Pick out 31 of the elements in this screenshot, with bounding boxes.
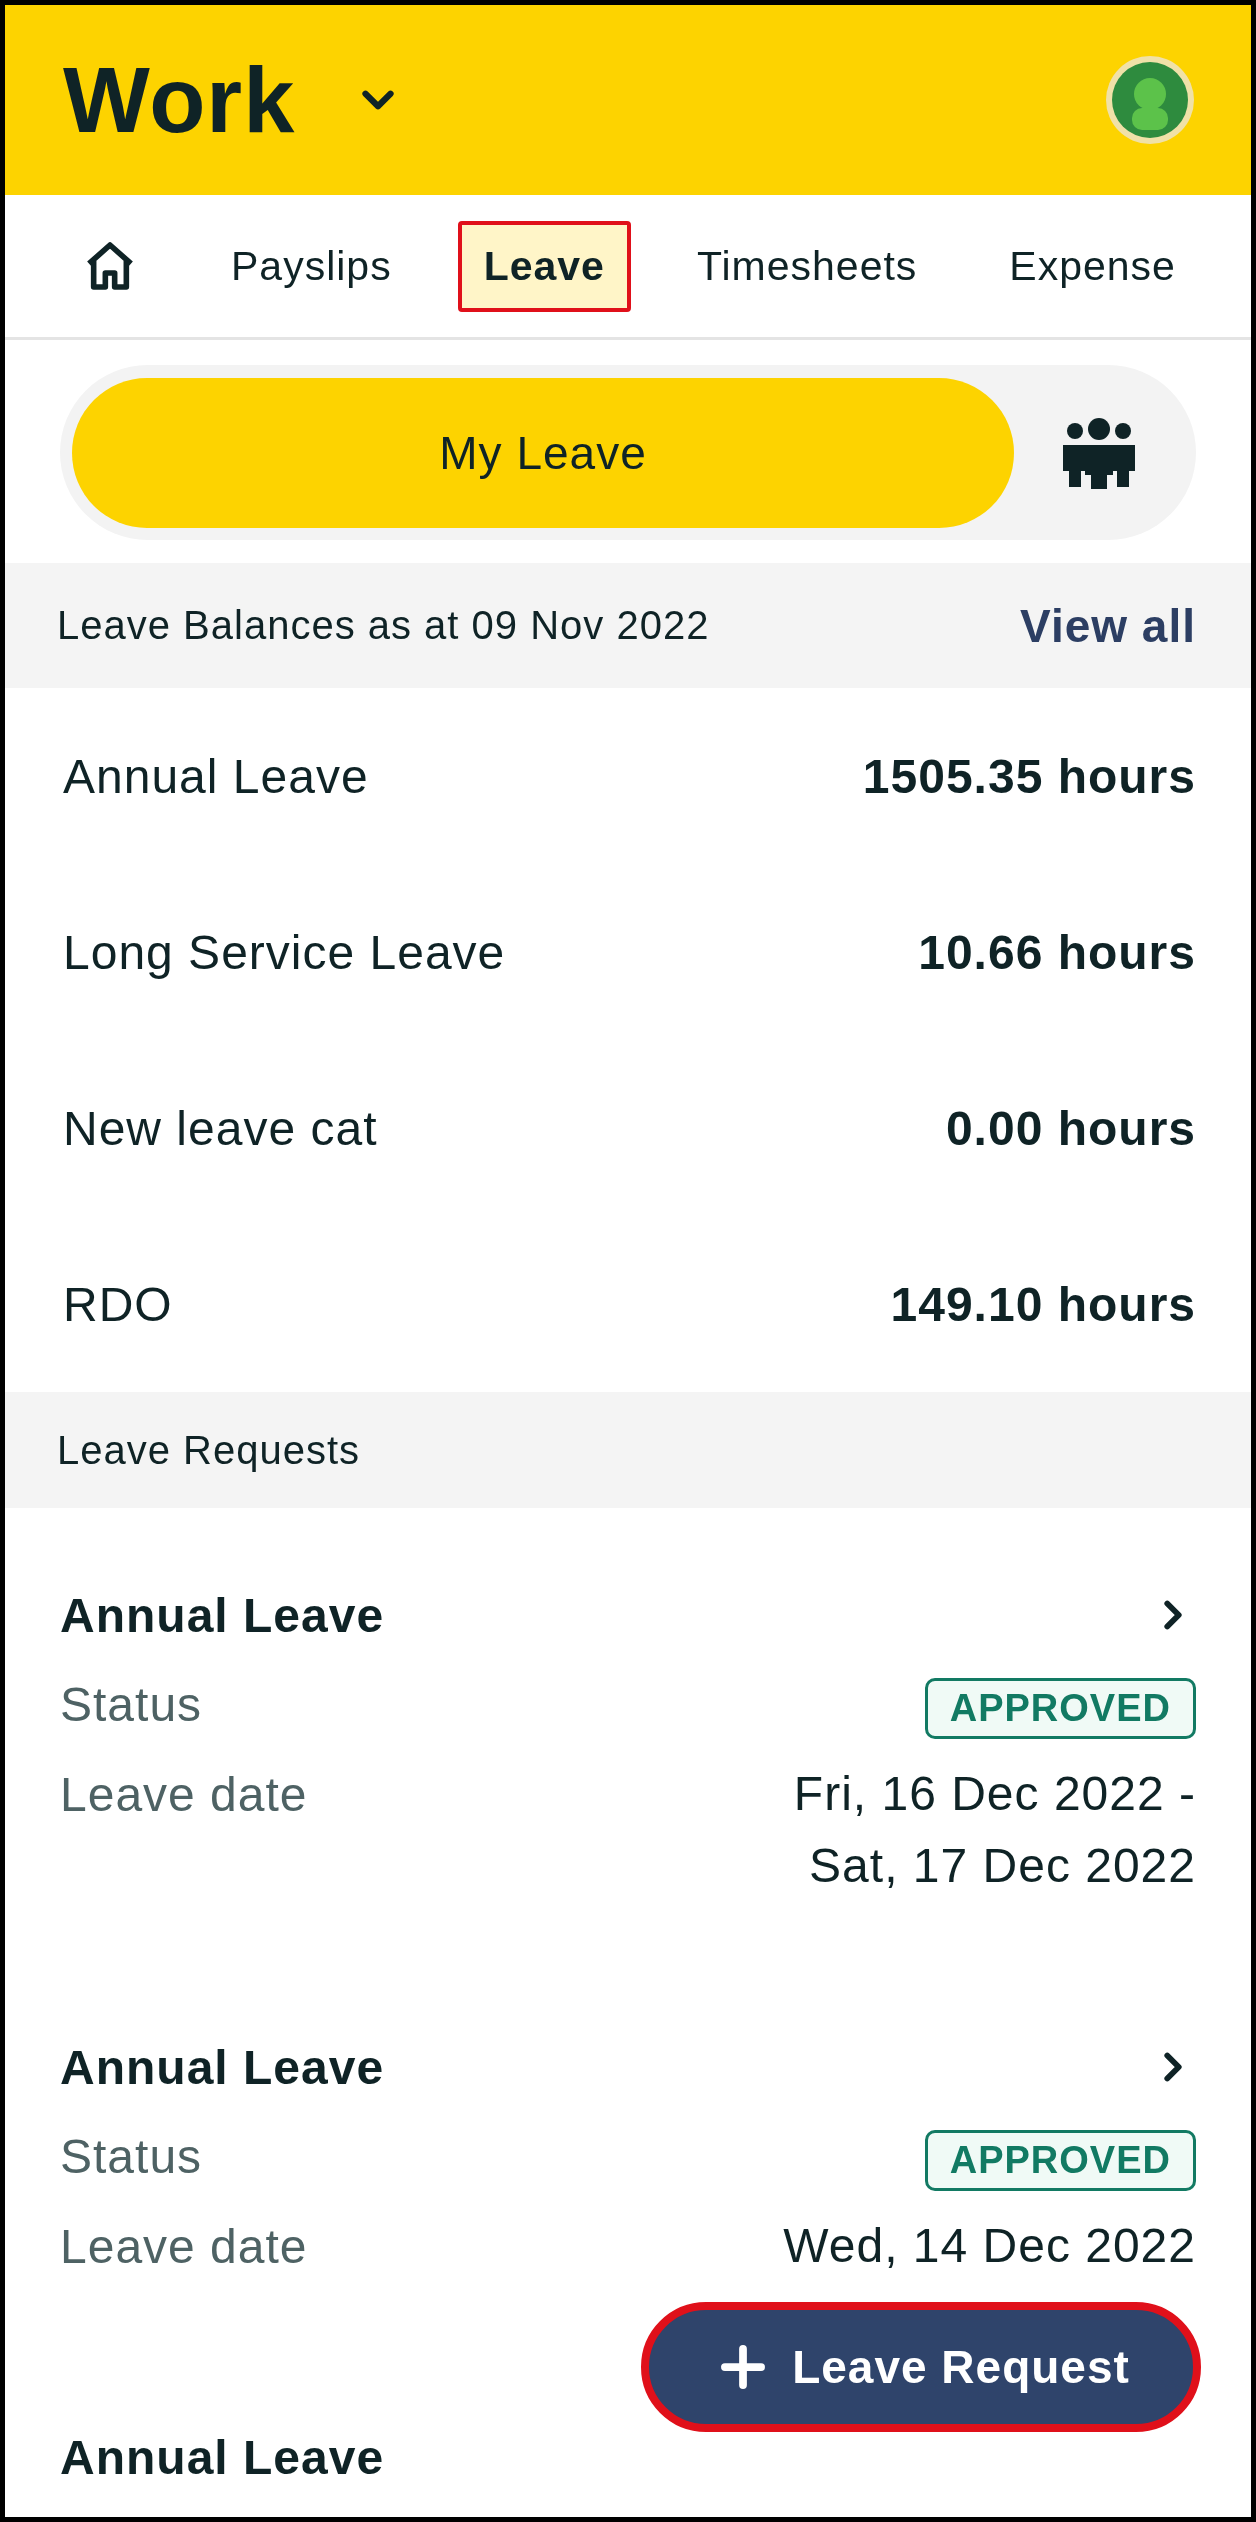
avatar[interactable]: [1104, 54, 1196, 146]
leave-date: Wed, 14 Dec 2022: [783, 2218, 1196, 2274]
nav-tab[interactable]: Expense: [983, 220, 1202, 312]
nav-tab[interactable]: Leave: [457, 220, 631, 312]
segment-button[interactable]: My Leave: [72, 377, 1014, 528]
field-label: Status: [60, 2129, 203, 2185]
leave-request-button[interactable]: Leave Request: [641, 2302, 1201, 2432]
leave-type: Annual Leave: [63, 748, 369, 804]
status-badge: APPROVED: [924, 2130, 1196, 2191]
nav-tab[interactable]: Timesheets: [670, 220, 944, 312]
leave-date: Sat, 17 Dec 2022: [809, 1838, 1196, 1894]
app-title: Work: [63, 47, 296, 153]
request-title[interactable]: Annual Leave: [60, 1587, 385, 1643]
leave-balance: 0.00 hours: [945, 1100, 1196, 1156]
leave-type: Long Service Leave: [63, 924, 506, 980]
leave-type: RDO: [63, 1276, 173, 1332]
leave-type: New leave cat: [63, 1100, 378, 1156]
field-label: Leave date: [60, 2219, 308, 2275]
field-label: Status: [60, 1677, 203, 1733]
request-title[interactable]: Annual Leave: [60, 2039, 385, 2095]
leave-balance: 1505.35 hours: [862, 748, 1196, 804]
section-title: Leave Requests: [57, 1427, 361, 1473]
leave-balance: 149.10 hours: [890, 1276, 1196, 1332]
leave-date: Fri, 16 Dec 2022 -: [793, 1766, 1196, 1822]
leave-balance: 10.66 hours: [918, 924, 1196, 980]
status-badge: APPROVED: [924, 1678, 1196, 1739]
request-title[interactable]: Annual Leave: [60, 2429, 385, 2485]
field-label: Leave date: [60, 1767, 308, 1823]
nav-tab[interactable]: Payslips: [205, 220, 418, 312]
view-all-link[interactable]: View all: [1020, 598, 1196, 653]
section-title: Leave Balances as at 09 Nov 2022: [57, 603, 710, 648]
